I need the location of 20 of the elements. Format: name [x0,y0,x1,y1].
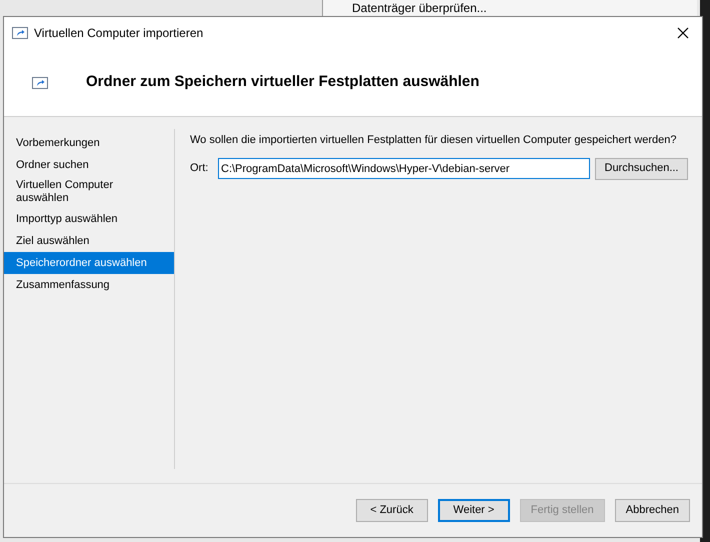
wizard-step[interactable]: Importtyp auswählen [4,208,174,230]
wizard-step[interactable]: Zusammenfassung [4,274,174,296]
location-field[interactable]: C:\ProgramData\Microsoft\Windows\Hyper-V\debian-server [218,158,590,179]
wizard-button[interactable]: Weiter > [438,499,510,522]
wizard-step[interactable]: Ordner suchen [4,154,174,176]
question-text: Wo sollen die importierten virtuellen Festplatten für diesen virtuellen Computer gespeichert werden? [190,133,678,148]
menu-item-text: Datenträger überprüfen... [352,1,487,15]
wizard-step[interactable]: Virtuellen Computer auswählen [4,176,174,208]
wizard-step[interactable]: Vorbemerkungen [4,132,174,154]
wizard-step[interactable]: Ziel auswählen [4,230,174,252]
location-label: Ort: [190,161,210,176]
window-title: Virtuellen Computer importieren [34,25,204,42]
browse-button[interactable]: Durchsuchen... [595,158,688,180]
import-icon [12,27,28,39]
wizard-button[interactable]: < Zurück [356,499,428,522]
wizard-button[interactable]: Abbrechen [614,499,690,522]
close-icon [677,27,689,39]
import-icon [32,76,48,88]
page-heading: Ordner zum Speichern virtueller Festplatten auswählen [86,72,480,92]
wizard-step[interactable]: Speicherordner auswählen [4,252,174,274]
